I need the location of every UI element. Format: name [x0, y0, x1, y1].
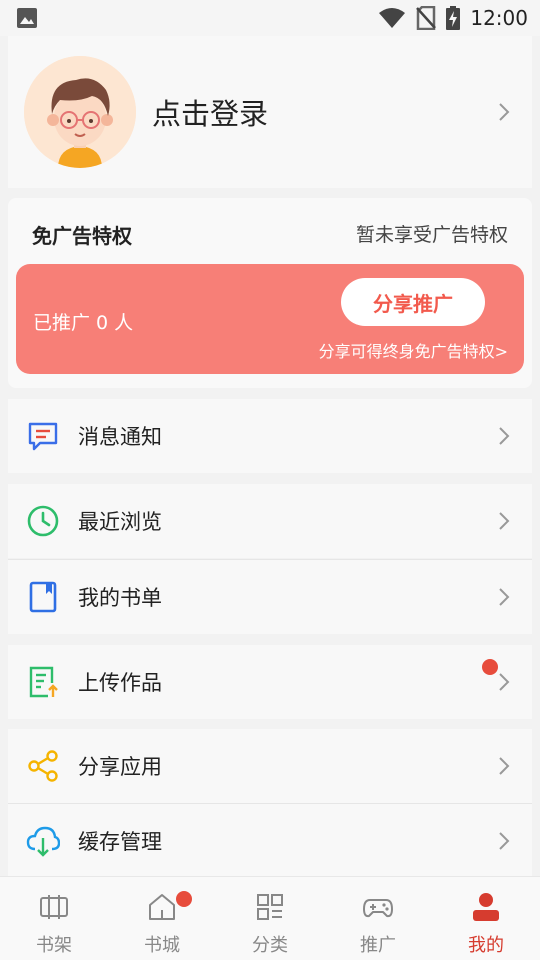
share-icon — [26, 749, 60, 783]
tab-label: 推广 — [360, 935, 396, 956]
new-badge — [176, 891, 192, 907]
tab-bookshelf[interactable]: 书架 — [0, 877, 108, 960]
share-reward-link[interactable]: 分享可得终身免广告特权> — [319, 338, 508, 362]
chevron-right-icon — [499, 588, 510, 606]
avatar[interactable] — [24, 56, 136, 168]
tab-label: 我的 — [468, 935, 504, 956]
tab-bookstore[interactable]: 书城 — [108, 877, 216, 960]
chevron-right-icon — [499, 512, 510, 530]
menu-item-recent[interactable]: 最近浏览 — [8, 484, 532, 558]
menu-item-upload[interactable]: 上传作品 — [8, 645, 532, 719]
cloud-download-icon — [26, 824, 60, 858]
chevron-right-icon — [499, 757, 510, 775]
tab-category[interactable]: 分类 — [216, 877, 324, 960]
promoted-count: 已推广 0 人 — [33, 312, 134, 334]
menu-item-label: 我的书单 — [78, 586, 162, 610]
wifi-icon — [379, 8, 406, 28]
gamepad-icon — [363, 899, 393, 918]
login-prompt[interactable]: 点击登录 — [152, 91, 496, 133]
avatar-illustration — [24, 56, 136, 168]
clock: 12:00 — [470, 6, 528, 30]
menu-item-label: 最近浏览 — [78, 510, 162, 534]
promotion-banner: 已推广 0 人 分享推广 分享可得终身免广告特权> — [16, 264, 524, 374]
chevron-right-icon — [499, 427, 510, 445]
menu-item-cache[interactable]: 缓存管理 — [8, 804, 532, 878]
image-notification-icon — [17, 8, 37, 28]
menu-item-booklist[interactable]: 我的书单 — [8, 560, 532, 634]
status-bar: 12:00 — [0, 0, 540, 36]
tab-mine[interactable]: 我的 — [432, 877, 540, 960]
person-icon — [473, 893, 499, 921]
ad-free-privilege-card: 免广告特权 暂未享受广告特权 已推广 0 人 分享推广 分享可得终身免广告特权> — [8, 198, 532, 388]
tab-label: 书城 — [144, 935, 180, 956]
menu-item-share-app[interactable]: 分享应用 — [8, 729, 532, 803]
booklist-icon — [26, 580, 60, 614]
home-icon — [149, 894, 175, 920]
menu-item-label: 消息通知 — [78, 425, 162, 449]
ad-privilege-title: 免广告特权 — [32, 224, 132, 248]
clock-icon — [26, 504, 60, 538]
new-badge — [482, 659, 498, 675]
status-indicators: 12:00 — [378, 6, 528, 30]
no-sim-icon — [416, 6, 437, 30]
menu-item-label: 缓存管理 — [78, 830, 162, 854]
tab-label: 书架 — [36, 935, 72, 956]
menu-item-messages[interactable]: 消息通知 — [8, 399, 532, 473]
menu-item-label: 上传作品 — [78, 671, 162, 695]
tab-label: 分类 — [252, 935, 288, 956]
upload-doc-icon — [26, 665, 60, 699]
grid-icon — [257, 894, 283, 920]
battery-charging-icon — [446, 6, 461, 30]
chevron-right-icon — [499, 832, 510, 850]
bookshelf-icon — [40, 895, 68, 919]
message-icon — [26, 419, 60, 453]
ad-privilege-status: 暂未享受广告特权 — [355, 224, 508, 246]
share-promote-button[interactable]: 分享推广 — [341, 278, 485, 326]
chevron-right-icon — [499, 673, 510, 691]
menu-item-label: 分享应用 — [78, 755, 162, 779]
profile-login-row[interactable]: 点击登录 — [8, 36, 532, 188]
tab-promotion[interactable]: 推广 — [324, 877, 432, 960]
bottom-tab-bar: 书架 书城 分类 推广 我的 — [0, 876, 540, 960]
chevron-right-icon — [499, 103, 510, 121]
